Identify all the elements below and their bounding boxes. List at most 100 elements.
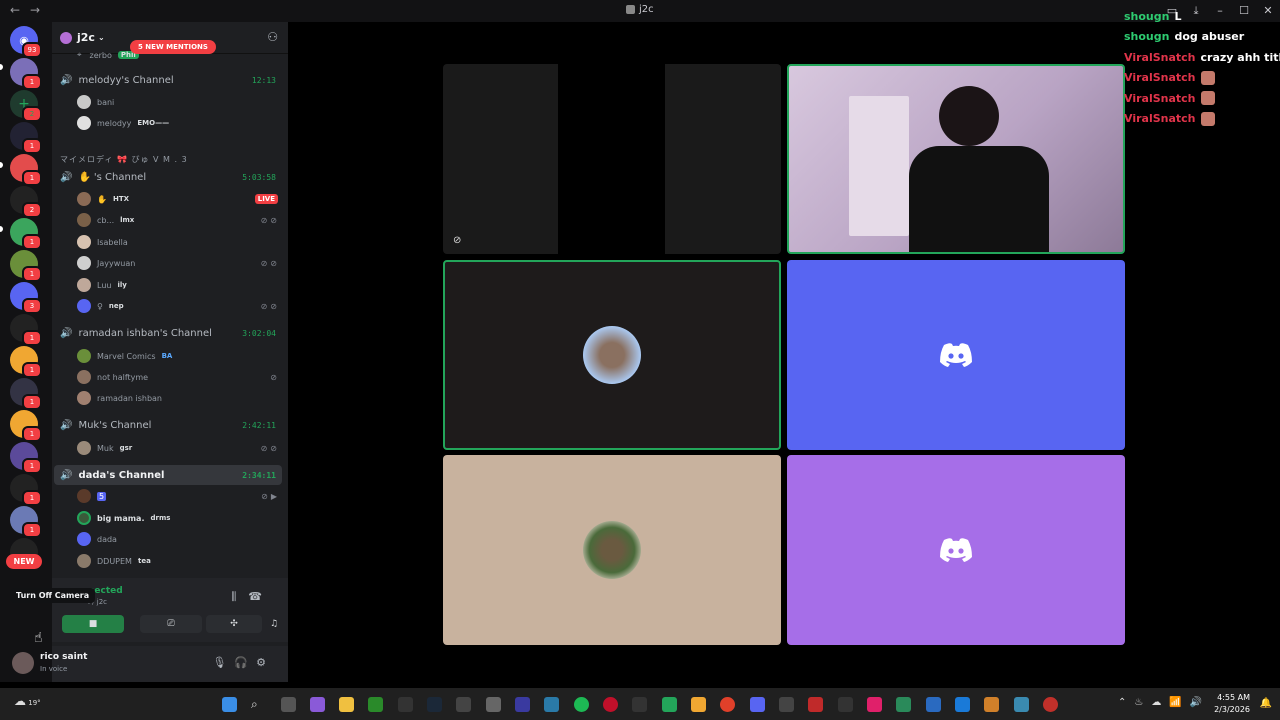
task-view-icon[interactable] bbox=[281, 697, 296, 712]
member-row[interactable]: ♀ nep ⊘⊘ bbox=[77, 297, 282, 315]
voice-channel-muk[interactable]: 🔊 Muk's Channel 2:42:11 bbox=[54, 415, 282, 435]
member-row[interactable]: Isabella bbox=[77, 233, 282, 251]
voice-channel-dada[interactable]: 🔊 dada's Channel 2:34:11 bbox=[54, 465, 282, 485]
tiktok-icon[interactable] bbox=[867, 697, 882, 712]
member-row[interactable]: 5 ⊘▶ bbox=[77, 487, 282, 505]
server-icon-13[interactable]: 1 bbox=[10, 474, 42, 506]
app-icon[interactable] bbox=[632, 697, 647, 712]
username[interactable]: rico saint bbox=[40, 652, 87, 662]
app-icon[interactable] bbox=[398, 697, 413, 712]
app-icon[interactable] bbox=[691, 697, 706, 712]
video-tile-camera[interactable] bbox=[787, 64, 1125, 254]
member-row[interactable]: Muk gsr ⊘⊘ bbox=[77, 439, 282, 457]
server-icon-4[interactable]: 2 bbox=[10, 186, 42, 218]
clock[interactable]: 4:55 AM 2/3/2026 bbox=[1214, 692, 1250, 716]
server-icon bbox=[626, 5, 635, 14]
voice-channel-melodyy[interactable]: 🔊 melodyy's Channel 12:13 bbox=[54, 70, 282, 90]
system-tray[interactable]: ⌃♨☁📶🔊 bbox=[1118, 697, 1210, 708]
search-icon[interactable]: ⌕ bbox=[251, 697, 266, 712]
member-row[interactable]: ramadan ishban bbox=[77, 389, 282, 407]
app-icon[interactable] bbox=[456, 697, 471, 712]
voice-channel-hand[interactable]: 🔊 ✋ 's Channel 5:03:58 bbox=[54, 167, 282, 187]
activities-button[interactable]: ✣ bbox=[206, 615, 262, 633]
video-tile-avatar-2[interactable] bbox=[443, 455, 781, 645]
add-server-icon[interactable]: +2 bbox=[10, 90, 42, 122]
app-icon[interactable] bbox=[1014, 697, 1029, 712]
member-row[interactable]: Luu ily bbox=[77, 276, 282, 294]
user-avatar[interactable] bbox=[12, 652, 34, 674]
discord-taskbar-icon[interactable] bbox=[750, 697, 765, 712]
noise-suppression-icon[interactable]: ⫼ bbox=[231, 590, 248, 603]
cloud-icon: ☁ bbox=[14, 694, 26, 708]
voice-channel-ramadan[interactable]: 🔊 ramadan ishban's Channel 3:02:04 bbox=[54, 323, 282, 343]
new-unreads-badge[interactable]: NEW bbox=[6, 554, 42, 569]
camera-button[interactable]: ■ bbox=[62, 615, 124, 633]
server-icon-7[interactable]: 3 bbox=[10, 282, 42, 314]
title-bar: ←→ j2c ▭ ⤓ – ☐ ✕ bbox=[0, 0, 1280, 22]
video-tile-avatar-3[interactable] bbox=[787, 455, 1125, 645]
app-icon[interactable] bbox=[896, 697, 911, 712]
server-icon-6[interactable]: 1 bbox=[10, 250, 42, 282]
chrome-icon[interactable] bbox=[720, 697, 735, 712]
edge-icon[interactable] bbox=[544, 697, 559, 712]
notification-icon[interactable]: 🔔 bbox=[1260, 698, 1272, 709]
start-icon[interactable] bbox=[222, 697, 237, 712]
server-icon-2[interactable]: 1 bbox=[10, 122, 42, 154]
speaker-icon: 🔊 bbox=[60, 171, 73, 183]
member-row[interactable]: cb... lmx ⊘⊘ bbox=[77, 211, 282, 229]
app-icon[interactable] bbox=[838, 697, 853, 712]
member-row[interactable]: ✋ HTX LIVE bbox=[77, 190, 282, 208]
opera-icon[interactable] bbox=[603, 697, 618, 712]
member-row[interactable]: Marvel Comics BA bbox=[77, 347, 282, 365]
soundboard-button[interactable]: ♫ bbox=[268, 615, 280, 633]
new-mentions-banner[interactable]: 5 NEW MENTIONS bbox=[130, 40, 216, 54]
app-icon[interactable] bbox=[662, 697, 677, 712]
app-icon[interactable] bbox=[1043, 697, 1058, 712]
xbox-icon[interactable] bbox=[368, 697, 383, 712]
member-row[interactable]: DDUPEM tea bbox=[77, 552, 282, 570]
steam-icon[interactable] bbox=[427, 697, 442, 712]
video-tile-avatar[interactable] bbox=[787, 260, 1125, 450]
speaker-icon: 🔊 bbox=[60, 469, 73, 481]
member-row[interactable]: not halftyme ⊘ bbox=[77, 368, 282, 386]
video-tile-speaking[interactable] bbox=[443, 260, 781, 450]
member-row[interactable]: Jayywuan ⊘⊘ bbox=[77, 254, 282, 272]
server-icon-12[interactable]: 1 bbox=[10, 442, 42, 474]
windows-taskbar: ☁ 19° ⌕ ⌃♨☁📶🔊 4:55 AM 2/3/2026 🔔 bbox=[0, 688, 1280, 720]
file-explorer-icon[interactable] bbox=[339, 697, 354, 712]
server-icon-10[interactable]: 1 bbox=[10, 378, 42, 410]
headphones-icon[interactable]: 🎧 bbox=[234, 656, 256, 669]
app-icon[interactable] bbox=[808, 697, 823, 712]
app-icon[interactable] bbox=[984, 697, 999, 712]
nav-arrows[interactable]: ←→ bbox=[10, 3, 50, 17]
settings-icon[interactable] bbox=[486, 697, 501, 712]
app-icon[interactable] bbox=[515, 697, 530, 712]
server-icon-5[interactable]: 1 bbox=[10, 218, 42, 250]
server-icon-1[interactable]: 1 bbox=[10, 58, 42, 90]
member-row[interactable]: bani bbox=[77, 93, 282, 111]
emote-icon bbox=[1200, 111, 1215, 126]
server-icon-14[interactable]: 1 bbox=[10, 506, 42, 538]
channel-category[interactable]: マイメロディ 🎀 びゅ V M . 3 bbox=[60, 154, 188, 165]
disconnect-icon[interactable]: ☎ bbox=[248, 590, 274, 603]
member-row[interactable]: melodyy EMO—— bbox=[77, 114, 282, 132]
spotify-icon[interactable] bbox=[574, 697, 589, 712]
app-icon[interactable] bbox=[955, 697, 970, 712]
weather-widget[interactable]: ☁ 19° bbox=[14, 694, 41, 708]
server-icon-3[interactable]: 1 bbox=[10, 154, 42, 186]
video-tile-1[interactable]: ⊘ bbox=[443, 64, 781, 254]
person-body bbox=[909, 146, 1049, 252]
home-button[interactable]: ◉ 93 bbox=[10, 26, 42, 58]
microphone-icon[interactable]: 🎙 bbox=[212, 656, 234, 669]
member-row[interactable]: dada bbox=[77, 530, 282, 548]
server-icon-8[interactable]: 1 bbox=[10, 314, 42, 346]
app-icon[interactable] bbox=[926, 697, 941, 712]
server-icon-11[interactable]: 1 bbox=[10, 410, 42, 442]
invite-people-icon[interactable]: ⚇ bbox=[267, 30, 278, 44]
copilot-icon[interactable] bbox=[310, 697, 325, 712]
app-icon[interactable] bbox=[779, 697, 794, 712]
server-icon-9[interactable]: 1 bbox=[10, 346, 42, 378]
gear-icon[interactable]: ⚙ bbox=[256, 656, 274, 669]
member-row[interactable]: big mama. drms bbox=[77, 509, 282, 527]
screen-share-button[interactable]: ⎚ bbox=[140, 615, 202, 633]
